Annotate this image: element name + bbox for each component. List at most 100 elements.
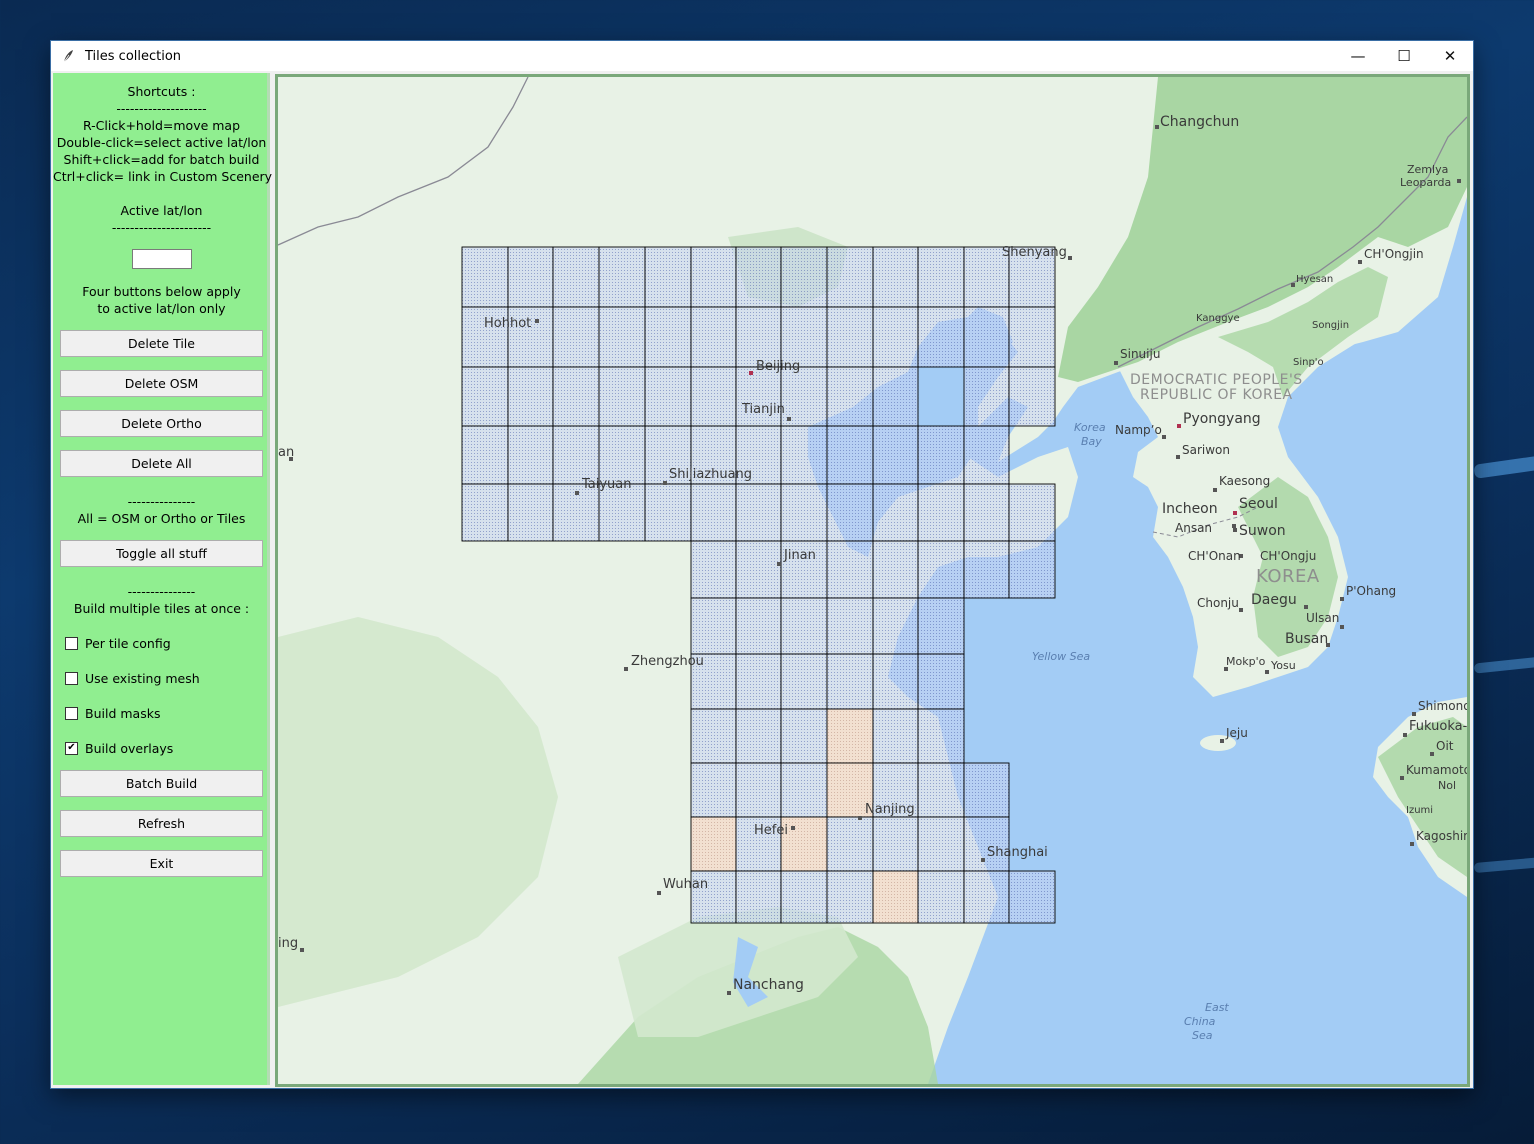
tile-cell[interactable]: [690, 816, 737, 872]
checkbox-box[interactable]: ✔: [65, 741, 78, 755]
tile-cell[interactable]: [690, 306, 737, 368]
tile-cell[interactable]: [1008, 366, 1056, 427]
tile-cell[interactable]: [598, 366, 646, 427]
delete-tile-button[interactable]: Delete Tile: [60, 330, 263, 357]
tile-cell[interactable]: [917, 246, 965, 308]
tile-cell[interactable]: [963, 816, 1010, 872]
maximize-button[interactable]: ☐: [1381, 41, 1427, 71]
tile-cell[interactable]: [872, 708, 919, 764]
build-masks-checkbox[interactable]: Build masks: [65, 704, 160, 722]
tile-cell[interactable]: [735, 366, 782, 427]
checkbox-box[interactable]: [65, 706, 78, 720]
tile-cell[interactable]: [461, 425, 509, 485]
tile-cell[interactable]: [917, 762, 965, 818]
tile-cell[interactable]: [690, 246, 737, 308]
tile-cell[interactable]: [963, 762, 1010, 818]
tile-cell[interactable]: [872, 306, 919, 368]
tile-cell[interactable]: [917, 597, 965, 655]
tile-cell[interactable]: [644, 306, 692, 368]
tile-cell[interactable]: [917, 540, 965, 599]
tile-cell[interactable]: [780, 425, 828, 485]
use-existing-mesh-checkbox[interactable]: Use existing mesh: [65, 669, 200, 687]
checkbox-box[interactable]: [65, 671, 78, 685]
tile-cell[interactable]: [826, 816, 874, 872]
tile-cell[interactable]: [963, 483, 1010, 542]
tile-cell[interactable]: [735, 870, 782, 924]
tile-cell[interactable]: [917, 306, 965, 368]
tile-cell[interactable]: [872, 816, 919, 872]
tile-cell[interactable]: [552, 366, 600, 427]
tile-cell[interactable]: [507, 366, 554, 427]
tile-cell[interactable]: [963, 366, 1010, 427]
tile-cell[interactable]: [872, 597, 919, 655]
tile-cell[interactable]: [598, 425, 646, 485]
tile-cell[interactable]: [826, 708, 874, 764]
tile-cell[interactable]: [552, 306, 600, 368]
tile-cell[interactable]: [735, 762, 782, 818]
tile-cell[interactable]: [826, 246, 874, 308]
tile-cell[interactable]: [690, 708, 737, 764]
tile-cell[interactable]: [826, 540, 874, 599]
tile-cell[interactable]: [1008, 870, 1056, 924]
tile-cell[interactable]: [917, 816, 965, 872]
tile-cell[interactable]: [963, 540, 1010, 599]
tile-cell[interactable]: [552, 425, 600, 485]
tile-cell[interactable]: [780, 653, 828, 710]
delete-all-button[interactable]: Delete All: [60, 450, 263, 477]
tile-cell[interactable]: [826, 306, 874, 368]
tile-cell[interactable]: [735, 483, 782, 542]
toggle-all-button[interactable]: Toggle all stuff: [60, 540, 263, 567]
tile-cell[interactable]: [917, 425, 965, 485]
tile-cell[interactable]: [735, 540, 782, 599]
build-overlays-checkbox[interactable]: ✔ Build overlays: [65, 739, 173, 757]
tile-cell[interactable]: [644, 483, 692, 542]
tile-cell[interactable]: [598, 246, 646, 308]
tile-cell[interactable]: [507, 483, 554, 542]
tile-cell[interactable]: [872, 653, 919, 710]
tile-cell[interactable]: [826, 870, 874, 924]
tile-cell[interactable]: [872, 483, 919, 542]
tile-cell[interactable]: [461, 483, 509, 542]
tile-cell[interactable]: [826, 597, 874, 655]
tile-cell[interactable]: [826, 425, 874, 485]
tile-cell[interactable]: [735, 597, 782, 655]
tile-cell[interactable]: [872, 246, 919, 308]
per-tile-config-checkbox[interactable]: Per tile config: [65, 634, 171, 652]
tile-cell[interactable]: [963, 306, 1010, 368]
tile-cell[interactable]: [826, 653, 874, 710]
tile-cell[interactable]: [1008, 540, 1056, 599]
tile-cell[interactable]: [644, 366, 692, 427]
tile-cell[interactable]: [735, 708, 782, 764]
tile-cell[interactable]: [690, 597, 737, 655]
tile-cell[interactable]: [690, 540, 737, 599]
map-view[interactable]: Changchun Shenyang Hohhot Beijing Tianjin Shi…: [278, 77, 1467, 1084]
tile-cell[interactable]: [461, 366, 509, 427]
title-bar[interactable]: Tiles collection — ☐ ✕: [51, 41, 1473, 71]
tile-cell[interactable]: [780, 762, 828, 818]
tile-cell[interactable]: [780, 306, 828, 368]
tile-cell[interactable]: [780, 870, 828, 924]
tile-cell[interactable]: [872, 366, 919, 427]
tile-cell[interactable]: [917, 653, 965, 710]
delete-osm-button[interactable]: Delete OSM: [60, 370, 263, 397]
tile-cell[interactable]: [780, 246, 828, 308]
tile-cell[interactable]: [917, 483, 965, 542]
tile-cell[interactable]: [963, 870, 1010, 924]
tile-cell[interactable]: [598, 306, 646, 368]
tile-cell[interactable]: [1008, 306, 1056, 368]
active-latlon-field[interactable]: [132, 249, 192, 269]
tile-cell[interactable]: [690, 762, 737, 818]
tile-cell[interactable]: [826, 483, 874, 542]
map-canvas[interactable]: Changchun Shenyang Hohhot Beijing Tianjin Shi…: [275, 74, 1470, 1087]
tile-cell[interactable]: [461, 246, 509, 308]
tile-cell[interactable]: [872, 540, 919, 599]
tile-cell[interactable]: [735, 306, 782, 368]
tile-cell[interactable]: [690, 483, 737, 542]
tile-cell[interactable]: [917, 708, 965, 764]
tile-cell[interactable]: [780, 597, 828, 655]
refresh-button[interactable]: Refresh: [60, 810, 263, 837]
tile-cell[interactable]: [917, 870, 965, 924]
tile-cell[interactable]: [552, 246, 600, 308]
exit-button[interactable]: Exit: [60, 850, 263, 877]
checkbox-box[interactable]: [65, 636, 78, 650]
